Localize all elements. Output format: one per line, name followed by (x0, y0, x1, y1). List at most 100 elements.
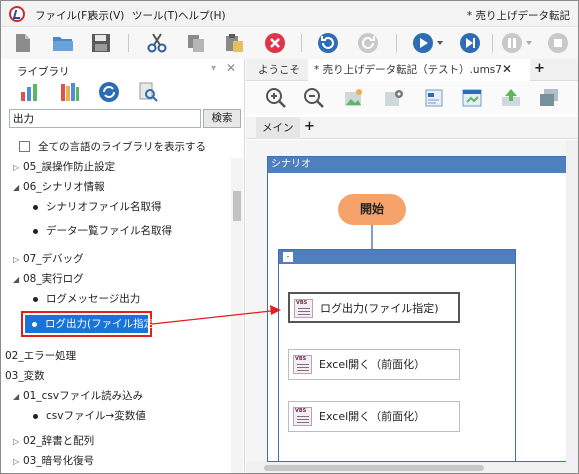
app-logo-icon (9, 6, 25, 22)
flow-node-log-output[interactable]: VBS ログ出力(ファイル指定) (288, 292, 460, 323)
canvas-horizontal-scrollbar[interactable] (246, 462, 578, 473)
tree-item[interactable]: ◢ 01_csvファイル読み込み (13, 387, 143, 405)
canvas-vertical-scrollbar[interactable] (566, 140, 578, 462)
bullet-icon (32, 321, 37, 327)
menu-view[interactable]: 表示(V) (88, 8, 124, 23)
tree-item-label: 03_暗号化復号 (23, 455, 95, 467)
image-tool-icon[interactable] (342, 86, 366, 110)
tree-item[interactable]: データ一覧ファイル名取得 (33, 222, 172, 240)
collapsed-arrow-icon: ▷ (13, 163, 20, 172)
flow-node-label: Excel開く（前面化） (319, 410, 426, 423)
expanded-arrow-icon: ◢ (13, 183, 20, 192)
tree-item[interactable]: ▷ 05_誤操作防止設定 (13, 158, 115, 176)
main-toolbar (1, 27, 578, 59)
tab-scenario[interactable]: * 売り上げデータ転記（テスト）.ums7 (308, 59, 530, 81)
expanded-arrow-icon: ◢ (13, 392, 20, 401)
paste-icon[interactable] (222, 31, 246, 55)
new-tab-plus-icon[interactable]: + (534, 61, 545, 76)
selected-library-item[interactable]: ログ出力(ファイル指定) (25, 315, 158, 333)
tree-item[interactable]: ◢ 08_実行ログ (13, 270, 84, 288)
zoom-in-icon[interactable] (264, 86, 288, 110)
library-chart-icon[interactable] (19, 81, 41, 103)
tree-item-label: ログメッセージ出力 (46, 293, 141, 305)
undo-icon[interactable] (316, 31, 340, 55)
menu-tools[interactable]: ツール(T) (132, 8, 178, 23)
flow-node-label: Excel開く（前面化） (319, 358, 426, 371)
library-books-icon[interactable] (59, 81, 81, 103)
editor-panel: ようこそ * 売り上げデータ転記（テスト）.ums7 ✕ + メイン + シナリ… (246, 59, 578, 473)
flow-node-label: ログ出力(ファイル指定) (320, 302, 439, 315)
copy-icon[interactable] (184, 31, 208, 55)
add-sheet-plus-icon[interactable]: + (304, 119, 315, 134)
tree-item[interactable]: ◢ 06_シナリオ情報 (13, 178, 105, 196)
flow-node-excel-open[interactable]: VBS Excel開く（前面化） (288, 349, 460, 380)
tree-item[interactable]: シナリオファイル名取得 (33, 198, 162, 216)
stop-icon[interactable] (546, 31, 570, 55)
tree-item[interactable]: ▷ 02_辞書と配列 (13, 432, 94, 450)
tree-item[interactable]: ▷ 03_暗号化復号 (13, 452, 94, 470)
bullet-icon (33, 204, 38, 210)
scrollbar-thumb[interactable] (233, 191, 241, 221)
zoom-toolbar (246, 81, 578, 115)
library-search-input[interactable] (9, 109, 201, 128)
library-panel: ライブラリ ▾ ✕ 検索 全ての言語のライブラリを表示する ▷05_誤操作防止設… (1, 59, 245, 473)
step-run-icon[interactable] (458, 31, 482, 55)
open-folder-icon[interactable] (51, 31, 75, 55)
expanded-arrow-icon: ◢ (13, 275, 20, 284)
library-search-button[interactable]: 検索 (203, 109, 241, 128)
document-tabs: ようこそ * 売り上げデータ転記（テスト）.ums7 ✕ + (246, 59, 578, 81)
flow-node-excel-open[interactable]: VBS Excel開く（前面化） (288, 401, 460, 432)
bullet-icon (33, 296, 38, 302)
tree-item-label: csvファイル→変数値 (46, 410, 146, 422)
sequence-block[interactable]: - VBS ログ出力(ファイル指定) VBS Excel開く（前面化） VBS … (278, 249, 516, 461)
tree-item[interactable]: 02_エラー処理 (5, 347, 76, 365)
bullet-icon (33, 413, 38, 419)
close-tab-icon[interactable]: ✕ (502, 62, 512, 76)
window-tool-icon[interactable] (537, 86, 561, 110)
redo-icon[interactable] (356, 31, 380, 55)
tree-item-label: 02_エラー処理 (5, 350, 77, 362)
tree-item-label: 01_csvファイル読み込み (23, 390, 144, 402)
show-all-languages-checkbox[interactable] (19, 141, 30, 152)
cut-icon[interactable] (145, 31, 169, 55)
sequence-header: - (279, 250, 515, 264)
tree-item[interactable]: 03_変数 (5, 367, 45, 385)
upload-tool-icon[interactable] (499, 86, 523, 110)
dropdown-pin-icon[interactable]: ▾ (211, 63, 216, 74)
tree-item-label: 03_変数 (5, 370, 45, 382)
tree-item[interactable]: csvファイル→変数値 (33, 407, 146, 425)
image-settings-icon[interactable] (382, 86, 406, 110)
collapsed-arrow-icon: ▷ (13, 255, 20, 264)
save-icon[interactable] (89, 31, 113, 55)
tree-item-label: シナリオファイル名取得 (46, 201, 162, 213)
tab-main[interactable]: メイン (256, 117, 300, 139)
window-title: * 売り上げデータ転記 (466, 10, 570, 22)
form-tool-icon[interactable] (422, 86, 446, 110)
collapse-sequence-button[interactable]: - (283, 252, 293, 262)
close-panel-icon[interactable]: ✕ (226, 61, 236, 75)
app-window: ファイル(F) 表示(V) ツール(T) ヘルプ(H) * 売り上げデータ転記 (0, 0, 579, 474)
library-search-icon[interactable] (137, 81, 159, 103)
menu-help[interactable]: ヘルプ(H) (178, 8, 226, 23)
pause-dropdown-icon[interactable] (501, 31, 535, 55)
bullet-icon (33, 228, 38, 234)
scenario-container[interactable]: シナリオ 開始 - VBS ログ出力(ファイル指定) VBS Excel開く（前… (267, 156, 569, 462)
zoom-out-icon[interactable] (302, 86, 326, 110)
new-file-icon[interactable] (11, 31, 35, 55)
library-refresh-icon[interactable] (98, 81, 120, 103)
tree-item-label: 02_辞書と配列 (23, 435, 95, 447)
delete-icon[interactable] (263, 31, 287, 55)
selected-library-item-highlight[interactable]: ログ出力(ファイル指定) (21, 311, 158, 337)
menu-file[interactable]: ファイル(F) (35, 8, 91, 23)
run-dropdown-icon[interactable] (412, 31, 446, 55)
tree-item[interactable]: ▷ 07_デバッグ (13, 250, 84, 268)
tab-welcome[interactable]: ようこそ (254, 59, 304, 81)
collapsed-arrow-icon: ▷ (13, 437, 20, 446)
scrollbar-thumb[interactable] (264, 465, 484, 471)
capture-tool-icon[interactable] (460, 86, 484, 110)
flow-canvas[interactable]: シナリオ 開始 - VBS ログ出力(ファイル指定) VBS Excel開く（前… (246, 140, 578, 473)
tree-item[interactable]: ログメッセージ出力 (33, 290, 140, 308)
tree-item-label: 08_実行ログ (23, 273, 84, 285)
library-scrollbar[interactable] (231, 158, 243, 473)
tree-item-label: 05_誤操作防止設定 (23, 161, 116, 173)
